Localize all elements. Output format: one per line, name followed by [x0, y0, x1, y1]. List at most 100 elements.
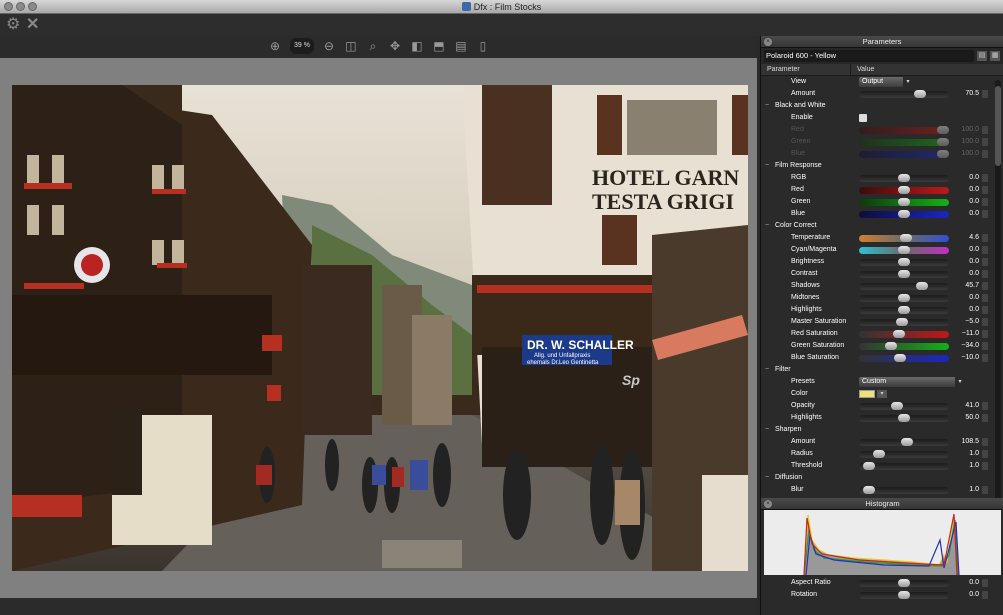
gear-icon[interactable]: ⚙	[6, 16, 20, 34]
group-toggle-icon[interactable]: −	[765, 160, 769, 172]
dropdown-view[interactable]: Output ▾	[859, 77, 913, 87]
stepper-icon[interactable]	[982, 198, 988, 206]
slider-knob[interactable]	[901, 438, 914, 446]
slider-knob[interactable]	[898, 591, 910, 599]
slider-value[interactable]: 108.5	[951, 436, 979, 448]
slider-knob[interactable]	[937, 150, 949, 158]
slider-value[interactable]: 100.0	[951, 124, 979, 136]
slider-knob[interactable]	[898, 198, 910, 206]
slider-value[interactable]: 0.0	[951, 244, 979, 256]
stepper-icon[interactable]	[982, 330, 988, 338]
stepper-icon[interactable]	[982, 579, 988, 587]
slider-knob[interactable]	[898, 186, 910, 194]
single-view-icon[interactable]: ▯	[476, 39, 490, 53]
slider-knob[interactable]	[898, 258, 910, 266]
slider-value[interactable]: 0.0	[951, 184, 979, 196]
slider-track-red[interactable]	[859, 186, 949, 194]
compare-icon[interactable]: ▤	[454, 39, 468, 53]
slider-value[interactable]: 0.0	[951, 256, 979, 268]
dropdown-presets[interactable]: Custom ▾	[859, 377, 965, 387]
split-vertical-icon[interactable]: ◧	[410, 39, 424, 53]
stepper-icon[interactable]	[982, 414, 988, 422]
stepper-icon[interactable]	[982, 318, 988, 326]
close-histogram-icon[interactable]: ×	[764, 500, 772, 508]
slider-value[interactable]: 1.0	[951, 460, 979, 472]
slider-knob[interactable]	[898, 246, 910, 254]
stepper-icon[interactable]	[982, 438, 988, 446]
zoom-out-icon[interactable]: ⊖	[322, 39, 336, 53]
stepper-icon[interactable]	[982, 486, 988, 494]
slider-knob[interactable]	[915, 282, 928, 290]
slider-track-temperature[interactable]	[859, 234, 949, 242]
stepper-icon[interactable]	[982, 294, 988, 302]
stepper-icon[interactable]	[982, 306, 988, 314]
slider-knob[interactable]	[862, 486, 875, 494]
enable-checkbox[interactable]	[859, 114, 867, 122]
stepper-icon[interactable]	[982, 186, 988, 194]
stepper-icon[interactable]	[982, 258, 988, 266]
zoom-in-icon[interactable]: ⊕	[268, 39, 282, 53]
slider-value[interactable]: 1.0	[951, 484, 979, 496]
split-horizontal-icon[interactable]: ⬒	[432, 39, 446, 53]
slider-value[interactable]: −10.0	[951, 352, 979, 364]
slider-value[interactable]: 1.0	[951, 448, 979, 460]
slider-track-green-saturation[interactable]	[859, 342, 949, 350]
slider-track-amount[interactable]	[859, 90, 949, 98]
slider-value[interactable]: 0.0	[951, 304, 979, 316]
slider-track-brightness[interactable]	[859, 258, 949, 266]
slider-value[interactable]: 100.0	[951, 148, 979, 160]
chevron-down-icon[interactable]: ▾	[877, 390, 887, 398]
slider-value[interactable]: 100.0	[951, 136, 979, 148]
slider-knob[interactable]	[898, 174, 910, 182]
group-toggle-icon[interactable]: −	[765, 424, 769, 436]
slider-knob[interactable]	[862, 462, 875, 470]
stepper-icon[interactable]	[982, 174, 988, 182]
slider-knob[interactable]	[894, 354, 907, 362]
slider-track-rotation[interactable]	[859, 591, 949, 599]
slider-track-contrast[interactable]	[859, 270, 949, 278]
slider-knob[interactable]	[890, 402, 903, 410]
slider-knob[interactable]	[873, 450, 886, 458]
slider-knob[interactable]	[884, 342, 897, 350]
stepper-icon[interactable]	[982, 90, 988, 98]
slider-track-threshold[interactable]	[859, 462, 949, 470]
slider-value[interactable]: 70.5	[951, 88, 979, 100]
stepper-icon[interactable]	[982, 450, 988, 458]
stepper-icon[interactable]	[982, 462, 988, 470]
slider-track-green[interactable]	[859, 138, 949, 146]
stepper-icon[interactable]	[982, 354, 988, 362]
group-toggle-icon[interactable]: −	[765, 364, 769, 376]
slider-knob[interactable]	[898, 294, 910, 302]
slider-knob[interactable]	[898, 270, 910, 278]
slider-value[interactable]: 0.0	[951, 208, 979, 220]
stepper-icon[interactable]	[982, 402, 988, 410]
slider-track-master-saturation[interactable]	[859, 318, 949, 326]
slider-knob[interactable]	[898, 210, 910, 218]
slider-value[interactable]: −34.0	[951, 340, 979, 352]
slider-value[interactable]: −5.0	[951, 316, 979, 328]
slider-track-midtones[interactable]	[859, 294, 949, 302]
group-toggle-icon[interactable]: −	[765, 220, 769, 232]
pan-icon[interactable]: ✥	[388, 39, 402, 53]
minimize-window-button[interactable]	[16, 2, 25, 11]
slider-track-cyan-magenta[interactable]	[859, 246, 949, 254]
image-viewer[interactable]: HOTEL GARN TESTA GRIGI DR. W. SCHALLER A…	[0, 58, 757, 598]
slider-value[interactable]: 41.0	[951, 400, 979, 412]
slider-value[interactable]: 0.0	[951, 172, 979, 184]
slider-value[interactable]: 50.0	[951, 412, 979, 424]
slider-track-blur[interactable]	[859, 486, 949, 494]
stepper-icon[interactable]	[982, 270, 988, 278]
slider-value[interactable]: 0.0	[951, 292, 979, 304]
zoom-window-button[interactable]	[28, 2, 37, 11]
stepper-icon[interactable]	[982, 246, 988, 254]
slider-knob[interactable]	[898, 579, 910, 587]
slider-value[interactable]: 0.0	[951, 577, 979, 589]
slider-knob[interactable]	[913, 90, 926, 98]
preset-menu-icon[interactable]: ▦	[990, 51, 1000, 61]
slider-knob[interactable]	[899, 234, 912, 242]
slider-track-highlights[interactable]	[859, 306, 949, 314]
close-window-button[interactable]	[4, 2, 13, 11]
slider-track-highlights[interactable]	[859, 414, 949, 422]
stepper-icon[interactable]	[982, 234, 988, 242]
slider-track-radius[interactable]	[859, 450, 949, 458]
